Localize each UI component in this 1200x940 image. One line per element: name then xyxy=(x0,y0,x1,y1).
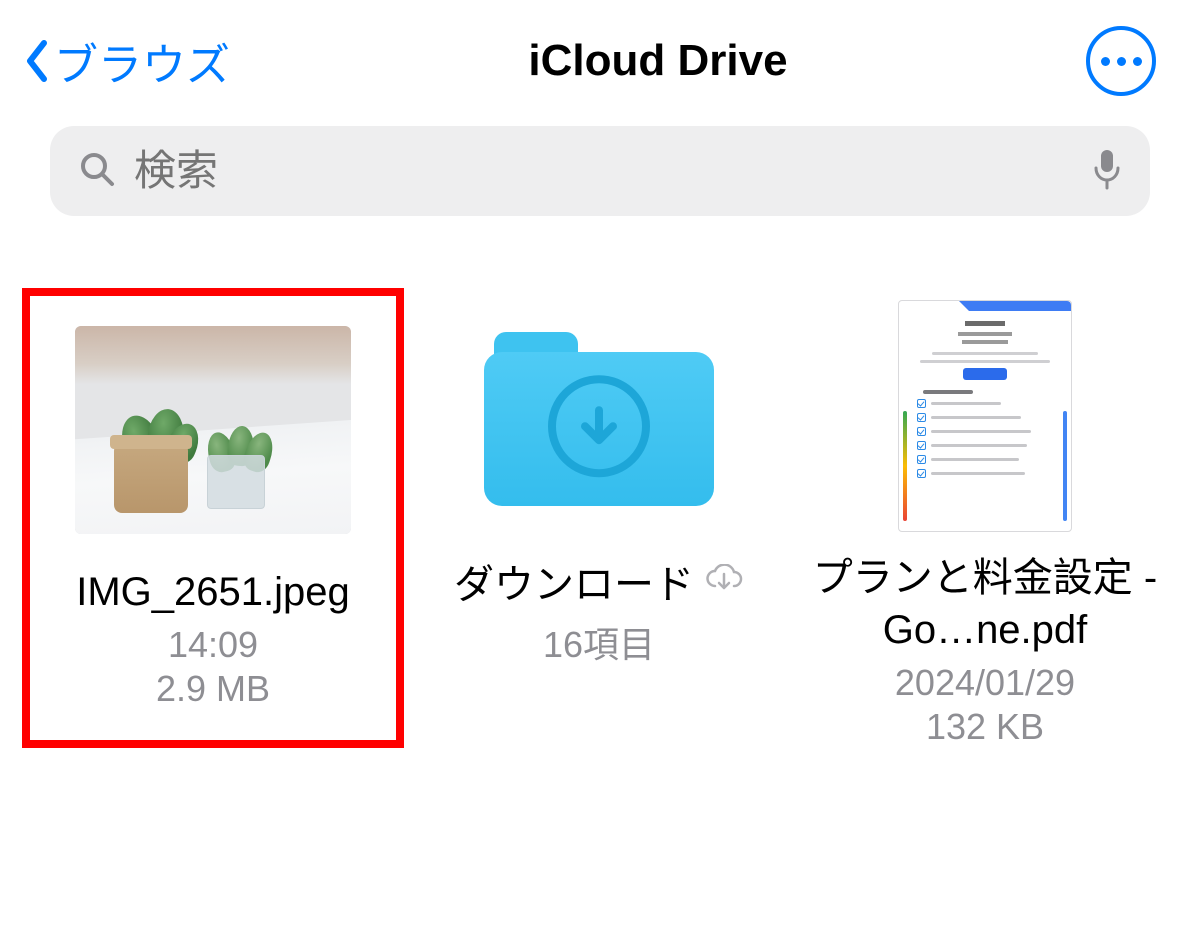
file-meta-size: 2.9 MB xyxy=(156,668,270,710)
file-name: プランと料金設定 - Go…ne.pdf xyxy=(802,552,1168,656)
navigation-bar: ブラウズ iCloud Drive xyxy=(0,0,1200,112)
file-thumbnail xyxy=(30,310,396,550)
file-grid: IMG_2651.jpeg 14:09 2.9 MB ダウンロード 16項目 xyxy=(0,216,1200,748)
file-item-folder[interactable]: ダウンロード 16項目 xyxy=(416,296,782,668)
pdf-thumbnail xyxy=(898,300,1072,532)
more-button[interactable] xyxy=(1086,26,1156,96)
search-icon xyxy=(78,150,116,193)
file-name: IMG_2651.jpeg xyxy=(68,566,358,618)
ellipsis-icon-dot xyxy=(1101,57,1110,66)
file-item-pdf[interactable]: プランと料金設定 - Go…ne.pdf 2024/01/29 132 KB xyxy=(802,296,1168,748)
search-input[interactable] xyxy=(132,146,1076,196)
photo-thumbnail-plants xyxy=(75,326,351,534)
back-label: ブラウズ xyxy=(54,29,230,93)
file-meta-time: 14:09 xyxy=(168,624,258,666)
search-container xyxy=(0,112,1200,216)
file-meta-size: 132 KB xyxy=(926,706,1044,748)
search-bar[interactable] xyxy=(50,126,1150,216)
ellipsis-icon-dot xyxy=(1117,57,1126,66)
file-meta-date: 2024/01/29 xyxy=(895,662,1075,704)
folder-thumbnail xyxy=(416,296,782,536)
chevron-left-icon xyxy=(24,39,50,83)
page-title: iCloud Drive xyxy=(528,36,787,86)
ellipsis-icon-dot xyxy=(1133,57,1142,66)
file-thumbnail xyxy=(802,296,1168,536)
file-item-image[interactable]: IMG_2651.jpeg 14:09 2.9 MB xyxy=(30,296,396,740)
cloud-download-icon xyxy=(704,564,744,599)
back-button[interactable]: ブラウズ xyxy=(24,29,230,93)
folder-item-count: 16項目 xyxy=(543,616,655,668)
folder-name: ダウンロード xyxy=(454,552,694,610)
downloads-folder-icon xyxy=(484,326,714,506)
microphone-icon[interactable] xyxy=(1092,148,1122,195)
